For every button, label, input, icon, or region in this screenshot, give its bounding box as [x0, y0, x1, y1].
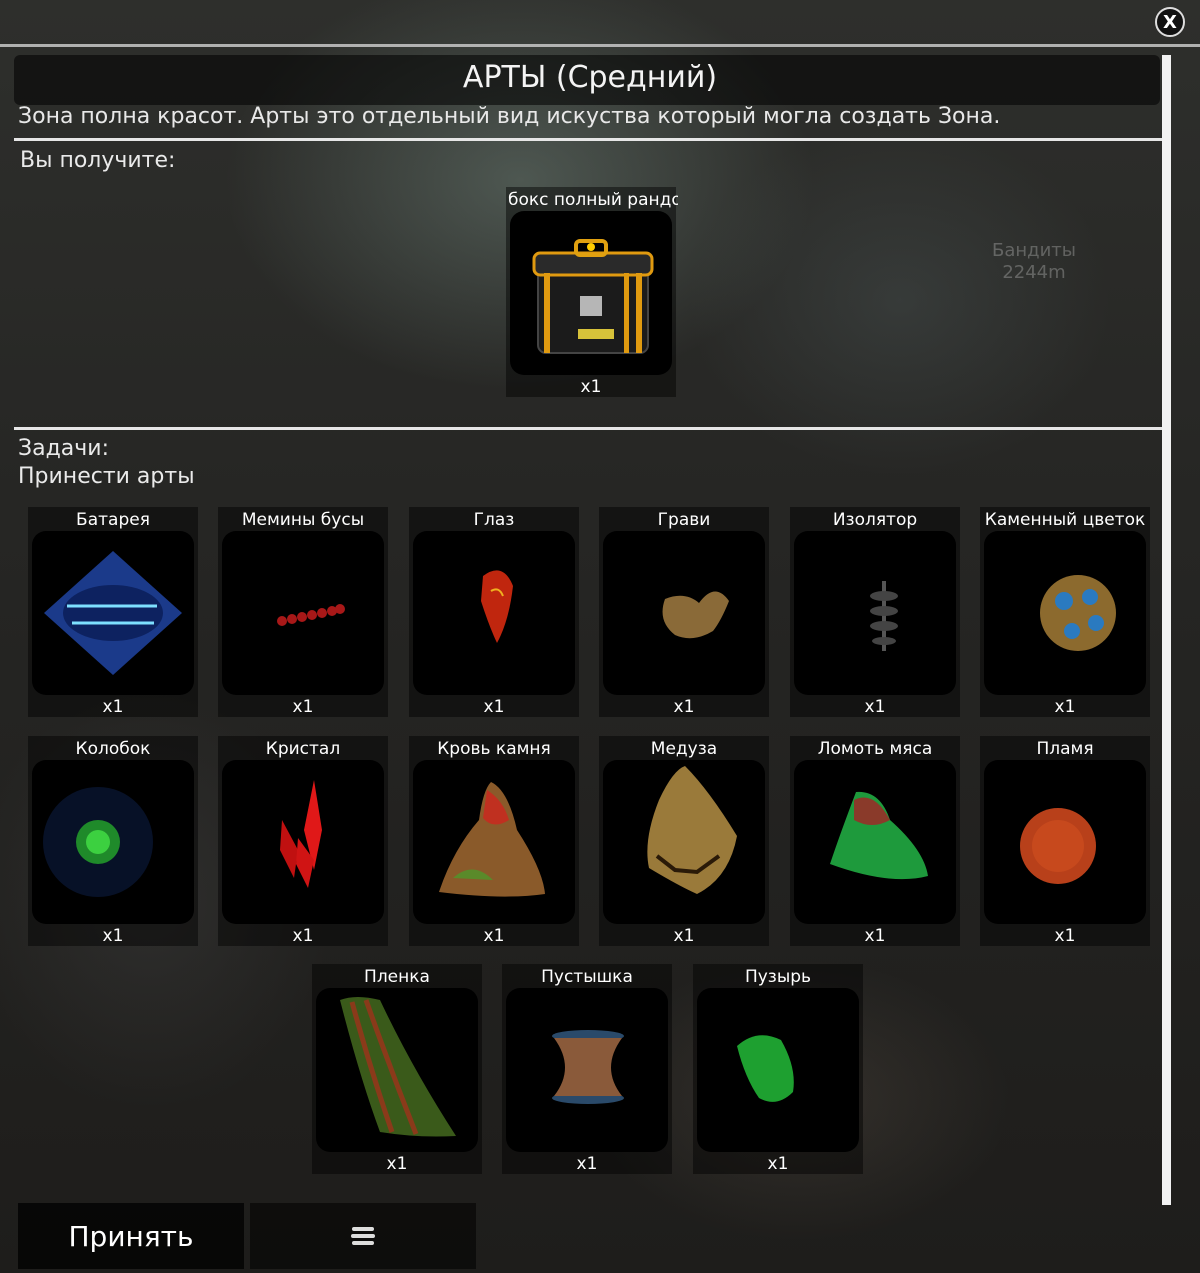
- task-card-eye[interactable]: Глаз x1: [409, 507, 579, 717]
- beads-artifact-icon: [222, 531, 384, 695]
- task-card-bubble[interactable]: Пузырь x1: [693, 964, 863, 1174]
- task-card-stone-flower[interactable]: Каменный цветок x1: [980, 507, 1150, 717]
- task-name: Кристал: [265, 739, 341, 759]
- close-button[interactable]: X: [1155, 7, 1185, 37]
- task-card-gravi[interactable]: Грави x1: [599, 507, 769, 717]
- film-artifact-icon: [316, 988, 478, 1152]
- tasks-label: Задачи:: [18, 436, 109, 461]
- task-name: Кровь камня: [437, 739, 551, 759]
- task-name: Ломоть мяса: [817, 739, 933, 759]
- task-qty: x1: [1054, 697, 1076, 717]
- quest-title: АРТЫ (Средний): [462, 60, 718, 95]
- top-divider: [0, 44, 1200, 47]
- stone-blood-artifact-icon: [413, 760, 575, 924]
- task-name: Колобок: [75, 739, 151, 759]
- task-qty: x1: [1054, 926, 1076, 946]
- task-name: Мемины бусы: [241, 510, 365, 530]
- meat-chunk-artifact-icon: [794, 760, 956, 924]
- task-card-isolator[interactable]: Изолятор x1: [790, 507, 960, 717]
- task-qty: x1: [386, 1154, 408, 1174]
- task-qty: x1: [483, 926, 505, 946]
- empty-artifact-icon: [506, 988, 668, 1152]
- reward-qty: x1: [580, 377, 602, 397]
- task-qty: x1: [673, 697, 695, 717]
- task-card-beads[interactable]: Мемины бусы x1: [218, 507, 388, 717]
- map-marker-label: Бандиты: [992, 240, 1076, 261]
- task-name: Пустышка: [541, 967, 633, 987]
- accept-button[interactable]: Принять: [18, 1203, 244, 1269]
- isolator-artifact-icon: [794, 531, 956, 695]
- rewards-label: Вы получите:: [20, 148, 176, 173]
- task-name: Глаз: [473, 510, 515, 530]
- task-name: Батарея: [76, 510, 150, 530]
- task-qty: x1: [102, 697, 124, 717]
- flame-artifact-icon: [984, 760, 1146, 924]
- divider: [14, 427, 1162, 430]
- crystal-artifact-icon: [222, 760, 384, 924]
- loot-box-icon: [510, 211, 672, 375]
- task-qty: x1: [292, 926, 314, 946]
- task-name: Пленка: [364, 967, 430, 987]
- task-name: Пламя: [1036, 739, 1094, 759]
- task-name: Каменный цветок: [984, 510, 1146, 530]
- task-qty: x1: [767, 1154, 789, 1174]
- task-card-battery[interactable]: Батарея x1: [28, 507, 198, 717]
- task-name: Изолятор: [832, 510, 918, 530]
- task-qty: x1: [102, 926, 124, 946]
- eye-artifact-icon: [413, 531, 575, 695]
- task-name: Пузырь: [744, 967, 812, 987]
- map-marker-distance: 2244m: [1002, 262, 1066, 283]
- task-card-kolobok[interactable]: Колобок x1: [28, 736, 198, 946]
- task-card-meat-chunk[interactable]: Ломоть мяса x1: [790, 736, 960, 946]
- task-qty: x1: [673, 926, 695, 946]
- gravi-artifact-icon: [603, 531, 765, 695]
- task-card-jellyfish[interactable]: Медуза x1: [599, 736, 769, 946]
- reward-name: бокс полный рандо: [508, 190, 678, 210]
- task-card-flame[interactable]: Пламя x1: [980, 736, 1150, 946]
- divider: [14, 138, 1162, 141]
- task-card-empty[interactable]: Пустышка x1: [502, 964, 672, 1174]
- list-button[interactable]: [250, 1203, 476, 1269]
- close-icon: X: [1163, 11, 1177, 33]
- scrollbar[interactable]: [1162, 55, 1171, 1205]
- task-qty: x1: [864, 697, 886, 717]
- task-qty: x1: [483, 697, 505, 717]
- accept-label: Принять: [68, 1219, 194, 1253]
- quest-description: Зона полна красот. Арты это отдельный ви…: [18, 104, 1001, 129]
- bubble-artifact-icon: [697, 988, 859, 1152]
- task-card-crystal[interactable]: Кристал x1: [218, 736, 388, 946]
- battery-artifact-icon: [32, 531, 194, 695]
- task-qty: x1: [292, 697, 314, 717]
- task-name: Грави: [657, 510, 711, 530]
- task-name: Медуза: [650, 739, 718, 759]
- stone-flower-artifact-icon: [984, 531, 1146, 695]
- map-marker: Бандиты 2244m: [992, 240, 1076, 284]
- task-qty: x1: [576, 1154, 598, 1174]
- tasks-objective: Принести арты: [18, 464, 195, 489]
- task-card-film[interactable]: Пленка x1: [312, 964, 482, 1174]
- jellyfish-artifact-icon: [603, 760, 765, 924]
- kolobok-artifact-icon: [32, 760, 194, 924]
- task-qty: x1: [864, 926, 886, 946]
- task-card-stone-blood[interactable]: Кровь камня x1: [409, 736, 579, 946]
- reward-card[interactable]: бокс полный рандо x1: [506, 187, 678, 397]
- list-icon: [351, 1227, 375, 1245]
